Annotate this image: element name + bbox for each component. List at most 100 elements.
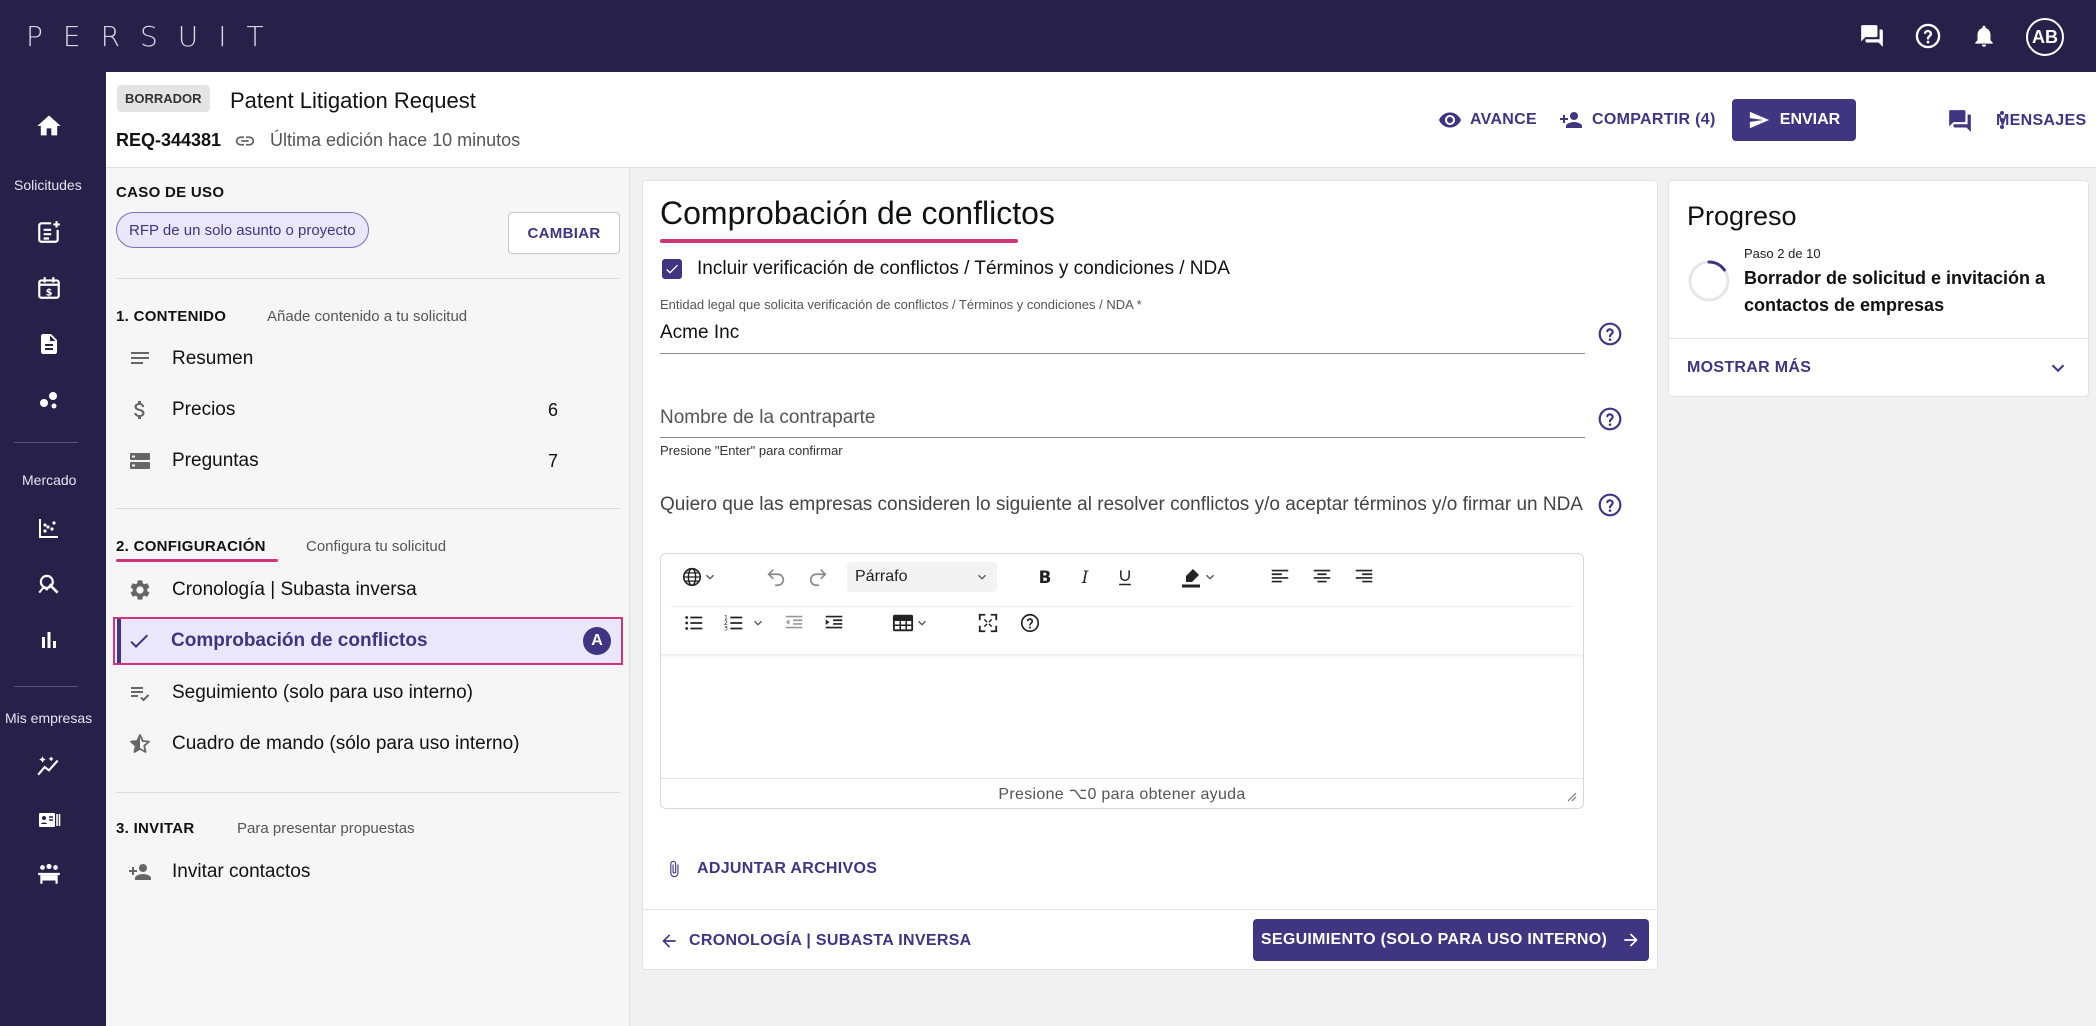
persuit-logo[interactable]: PERSUIT xyxy=(26,20,284,53)
progress-step: Paso 2 de 10 xyxy=(1744,246,1821,261)
home-icon[interactable] xyxy=(33,110,65,142)
sidebar-item-cronologia[interactable]: Cronología | Subasta inversa xyxy=(116,567,620,613)
title-underline xyxy=(660,239,1018,243)
request-sections-panel: CASO DE USO RFP de un solo asunto o proy… xyxy=(106,168,630,1026)
nav-divider xyxy=(14,442,78,443)
messages-button[interactable]: MENSAJES xyxy=(1946,108,2086,134)
send-icon xyxy=(1749,111,1769,129)
check-icon xyxy=(119,629,159,653)
storage-icon xyxy=(120,449,160,473)
bullet-list-icon[interactable] xyxy=(683,611,705,635)
sidebar-item-label: Invitar contactos xyxy=(172,861,311,882)
progress-card: Progreso Paso 2 de 10 Borrador de solici… xyxy=(1668,180,2089,397)
scatter-chart-icon[interactable] xyxy=(33,512,65,544)
entity-field-label: Entidad legal que solicita verificación … xyxy=(660,297,1142,312)
align-left-icon[interactable] xyxy=(1269,565,1291,589)
sidebar-item-precios[interactable]: Precios 6 xyxy=(116,387,620,433)
next-step-button[interactable]: SEGUIMIENTO (SOLO PARA USO INTERNO) xyxy=(1253,919,1649,961)
sidebar-item-invitar[interactable]: Invitar contactos xyxy=(116,849,620,895)
bar-chart-icon[interactable] xyxy=(33,624,65,656)
indent-icon[interactable] xyxy=(823,611,845,635)
progress-step-name: Borrador de solicitud e invitación a con… xyxy=(1744,268,2046,315)
align-center-icon[interactable] xyxy=(1311,565,1333,589)
underline-icon[interactable] xyxy=(1115,565,1135,589)
editor-content-area[interactable] xyxy=(661,654,1583,778)
undo-icon[interactable] xyxy=(765,565,787,589)
bell-icon[interactable] xyxy=(1968,20,2000,52)
editor-statusbar: Presione ⌥0 para obtener ayuda xyxy=(661,778,1583,808)
help-icon[interactable] xyxy=(1597,321,1623,347)
send-button[interactable]: ENVIAR xyxy=(1732,99,1856,141)
sparkle-trend-icon[interactable] xyxy=(33,750,65,782)
preview-button[interactable]: AVANCE xyxy=(1438,108,1537,132)
counterparty-input[interactable]: Nombre de la contraparte xyxy=(660,407,875,429)
redo-icon[interactable] xyxy=(807,565,829,589)
divider xyxy=(116,792,620,793)
contact-card-icon[interactable] xyxy=(33,804,65,836)
align-right-icon[interactable] xyxy=(1353,565,1375,589)
new-request-icon[interactable] xyxy=(33,216,65,248)
send-label: ENVIAR xyxy=(1779,111,1841,128)
chat-icon[interactable] xyxy=(1856,20,1888,52)
help-icon[interactable] xyxy=(1912,20,1944,52)
sidebar-item-resumen[interactable]: Resumen xyxy=(116,336,620,382)
sidebar-item-cuadro-mando[interactable]: Cuadro de mando (sólo para uso interno) xyxy=(116,721,620,767)
search-insights-icon[interactable] xyxy=(33,568,65,600)
section-invite-title: 3. INVITAR xyxy=(116,820,195,837)
chevron-down-icon[interactable] xyxy=(2047,357,2069,379)
sidebar-item-label: Cronología | Subasta inversa xyxy=(172,579,417,600)
request-title[interactable]: Patent Litigation Request xyxy=(230,88,476,114)
previous-step-button[interactable]: CRONOLOGÍA | SUBASTA INVERSA xyxy=(659,931,972,951)
rich-text-editor: Párrafo B I 1 2 3 Presione ⌥0 para obten… xyxy=(660,553,1584,809)
entity-field[interactable]: Acme Inc xyxy=(660,322,739,344)
item-count: 7 xyxy=(547,450,558,471)
italic-icon[interactable]: I xyxy=(1075,565,1095,589)
resize-handle-icon[interactable] xyxy=(1565,790,1577,802)
groups-icon[interactable] xyxy=(33,858,65,890)
outdent-icon[interactable] xyxy=(783,611,805,635)
attach-files-button[interactable]: ADJUNTAR ARCHIVOS xyxy=(665,857,877,881)
table-dropdown[interactable] xyxy=(891,611,929,635)
sidebar-item-preguntas[interactable]: Preguntas 7 xyxy=(116,438,620,484)
preview-label: AVANCE xyxy=(1470,111,1537,128)
numbered-list-dropdown[interactable]: 123 xyxy=(723,611,765,635)
highlight-color-dropdown[interactable] xyxy=(1179,565,1217,589)
section-config-subtitle: Configura tu solicitud xyxy=(306,538,447,555)
editor-toolbar-row: 123 xyxy=(661,600,1583,646)
fullscreen-icon[interactable] xyxy=(977,611,999,635)
bold-icon[interactable]: B xyxy=(1035,565,1055,589)
progress-title: Progreso xyxy=(1687,201,1797,231)
nav-divider xyxy=(14,686,78,687)
item-count: 6 xyxy=(547,399,558,420)
editor-toolbar-row: Párrafo B I xyxy=(661,554,1583,600)
sidebar-item-conflictos[interactable]: Comprobación de conflictos A xyxy=(113,617,623,665)
share-button[interactable]: COMPARTIR (4) xyxy=(1558,108,1716,132)
globe-icon xyxy=(682,567,702,587)
show-more-button[interactable]: MOSTRAR MÁS xyxy=(1687,359,1811,377)
block-format-select[interactable]: Párrafo xyxy=(847,562,997,592)
last-edit-text: Última edición hace 10 minutos xyxy=(270,130,521,150)
bubbles-icon[interactable] xyxy=(33,384,65,416)
checkbox-label[interactable]: Incluir verificación de conflictos / Tér… xyxy=(697,258,1230,280)
checkmark-icon xyxy=(666,264,678,274)
user-avatar[interactable]: AB xyxy=(2026,18,2064,56)
language-dropdown[interactable] xyxy=(681,565,717,589)
add-person-icon xyxy=(120,860,160,884)
change-use-case-button[interactable]: CAMBIAR xyxy=(508,212,620,254)
section-content-subtitle: Añade contenido a tu solicitud xyxy=(267,308,468,325)
editor-help-icon[interactable] xyxy=(1019,611,1041,635)
calendar-icon[interactable]: $ xyxy=(33,272,65,304)
include-conflict-check-checkbox[interactable] xyxy=(662,259,682,279)
nav-label-solicitudes: Solicitudes xyxy=(14,177,82,193)
help-icon[interactable] xyxy=(1597,492,1623,518)
assignee-badge: A xyxy=(583,627,611,655)
chevron-down-icon xyxy=(1206,574,1214,580)
sidebar-item-seguimiento[interactable]: Seguimiento (solo para uso interno) xyxy=(116,670,620,716)
request-header: BORRADOR Patent Litigation Request REQ-3… xyxy=(106,72,2096,168)
divider xyxy=(116,508,620,509)
help-icon[interactable] xyxy=(1597,406,1623,432)
document-icon[interactable] xyxy=(33,328,65,360)
link-icon[interactable] xyxy=(234,130,256,152)
message-icon xyxy=(1949,110,1971,132)
request-id: REQ-344381 xyxy=(116,130,222,150)
